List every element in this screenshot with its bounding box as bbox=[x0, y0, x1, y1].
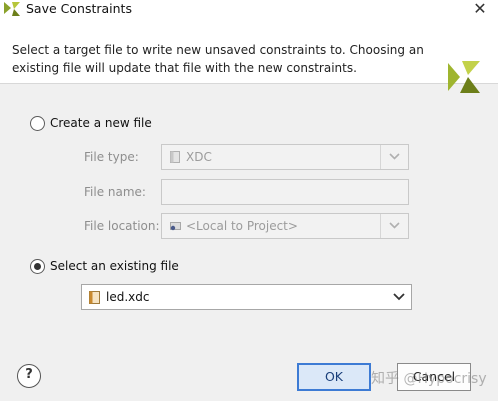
close-button[interactable]: ✕ bbox=[470, 0, 490, 19]
chevron-down-icon bbox=[389, 153, 400, 160]
file-location-label: File location: bbox=[84, 219, 160, 233]
watermark-text: 知乎 @Hypocrisy bbox=[371, 371, 487, 387]
existing-file-value: led.xdc bbox=[106, 290, 150, 304]
close-icon: ✕ bbox=[473, 0, 487, 18]
existing-file-select[interactable]: led.xdc bbox=[81, 284, 412, 310]
file-type-dropdown-toggle[interactable] bbox=[380, 145, 408, 169]
file-location-dropdown-toggle[interactable] bbox=[380, 214, 408, 238]
description-text: Select a target file to write new unsave… bbox=[12, 43, 424, 75]
file-type-value: XDC bbox=[186, 150, 212, 164]
select-existing-file-radio[interactable] bbox=[30, 259, 45, 274]
ok-button[interactable]: OK bbox=[297, 363, 371, 391]
file-location-value: <Local to Project> bbox=[186, 219, 298, 233]
create-new-file-label[interactable]: Create a new file bbox=[50, 116, 152, 130]
window-title: Save Constraints bbox=[26, 1, 132, 16]
chevron-down-icon[interactable] bbox=[393, 293, 405, 301]
file-location-select[interactable]: <Local to Project> bbox=[161, 213, 409, 239]
chevron-down-icon bbox=[389, 222, 400, 229]
question-mark-icon: ? bbox=[25, 367, 33, 382]
file-type-icon bbox=[170, 151, 180, 163]
select-existing-file-label[interactable]: Select an existing file bbox=[50, 259, 179, 273]
file-name-input[interactable] bbox=[161, 179, 409, 205]
file-type-label: File type: bbox=[84, 150, 139, 164]
vivado-logo-icon bbox=[4, 2, 20, 16]
xdc-file-icon bbox=[89, 291, 100, 304]
file-type-select[interactable]: XDC bbox=[161, 144, 409, 170]
create-new-file-radio[interactable] bbox=[30, 116, 45, 131]
file-name-label: File name: bbox=[84, 185, 146, 199]
vivado-banner-logo-icon bbox=[448, 61, 480, 93]
description-banner: Select a target file to write new unsave… bbox=[0, 20, 498, 93]
title-bar: Save Constraints ✕ bbox=[0, 0, 498, 20]
folder-location-icon bbox=[170, 222, 181, 231]
help-button[interactable]: ? bbox=[17, 364, 41, 388]
